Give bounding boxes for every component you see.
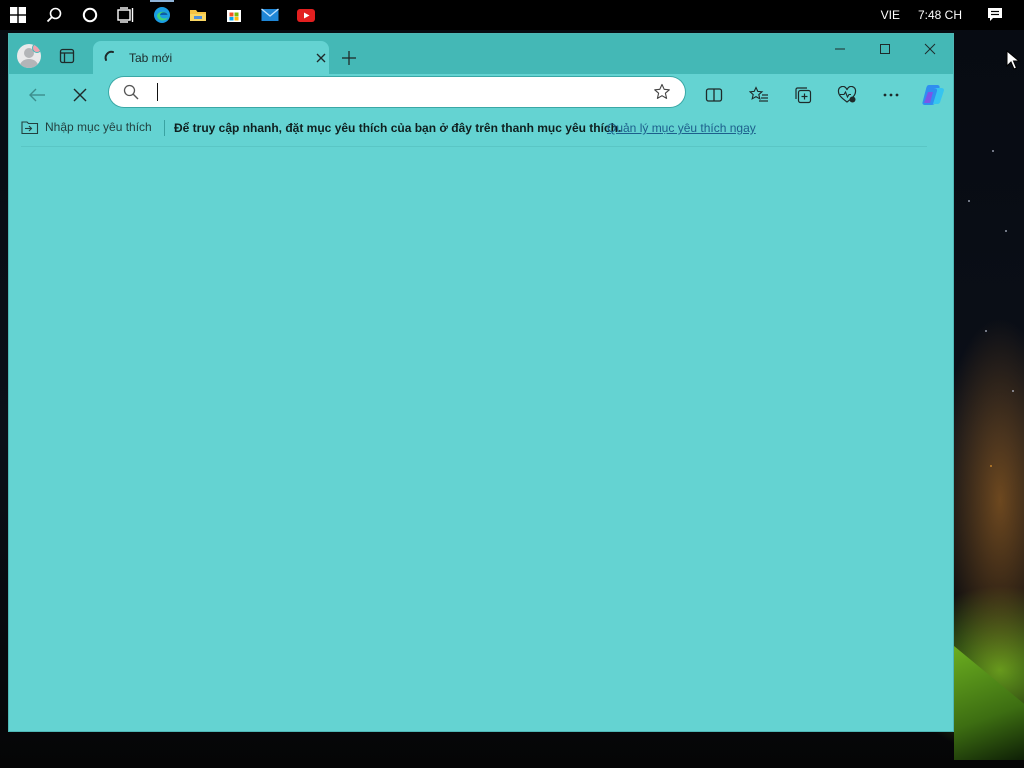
windows-start-button[interactable] xyxy=(0,0,36,30)
file-explorer-icon xyxy=(190,10,206,21)
collections-button[interactable] xyxy=(789,82,817,108)
taskbar: VIE 7:48 CH xyxy=(0,0,1024,30)
star xyxy=(1005,230,1007,232)
manage-favorites-link[interactable]: Quản lý mục yêu thích ngay xyxy=(607,121,756,135)
close-icon xyxy=(73,88,87,102)
import-favorites-button[interactable]: Nhập mục yêu thích xyxy=(21,119,152,135)
task-view-button[interactable] xyxy=(108,0,144,30)
clock[interactable]: 7:48 CH xyxy=(918,8,962,22)
stop-loading-button[interactable] xyxy=(66,82,94,108)
notification-center-button[interactable] xyxy=(980,0,1010,30)
settings-more-button[interactable] xyxy=(877,82,905,108)
task-view-icon xyxy=(117,7,134,23)
mouse-cursor-icon xyxy=(1006,50,1020,70)
new-tab-button[interactable] xyxy=(339,48,359,68)
store-icon xyxy=(227,10,241,22)
tab-close-button[interactable] xyxy=(313,50,329,66)
more-horizontal-icon xyxy=(883,93,899,97)
avatar-body xyxy=(20,59,38,68)
split-screen-icon xyxy=(705,88,723,102)
favorites-list-icon xyxy=(749,86,768,102)
search-icon xyxy=(123,84,139,100)
taskbar-search-button[interactable] xyxy=(36,0,72,30)
collections-icon xyxy=(795,87,812,104)
heart-pulse-icon xyxy=(837,86,857,103)
cortana-button[interactable] xyxy=(72,0,108,30)
minimize-button[interactable] xyxy=(817,34,863,64)
plus-icon xyxy=(342,51,356,65)
maximize-button[interactable] xyxy=(862,34,908,64)
tab-actions-menu-button[interactable] xyxy=(59,48,77,64)
window-close-button[interactable] xyxy=(907,34,953,64)
profile-badge xyxy=(32,44,41,53)
import-favorites-label: Nhập mục yêu thích xyxy=(45,120,152,134)
system-tray: VIE 7:48 CH xyxy=(881,0,1024,30)
star xyxy=(985,330,987,332)
wallpaper-hill xyxy=(954,646,1024,760)
edge-browser-window: Tab mới Nhập mục yêu thích Để truy cập n… xyxy=(8,33,954,732)
search-icon xyxy=(46,7,62,23)
loading-spinner-icon xyxy=(104,50,114,61)
favorites-button[interactable] xyxy=(745,82,773,108)
edge-icon xyxy=(154,7,170,23)
navigation-toolbar xyxy=(9,74,953,114)
add-favorite-star-icon[interactable] xyxy=(653,83,671,101)
folder-import-icon xyxy=(21,121,39,135)
mail-icon xyxy=(261,8,279,21)
star xyxy=(990,465,992,467)
taskbar-edge-button[interactable] xyxy=(144,0,180,30)
close-icon xyxy=(924,43,936,55)
star xyxy=(1012,390,1014,392)
star xyxy=(992,150,994,152)
minimize-icon xyxy=(835,48,845,50)
tab-new-tab[interactable]: Tab mới xyxy=(93,41,329,74)
taskbar-store-button[interactable] xyxy=(216,0,252,30)
page-content-area[interactable] xyxy=(9,147,953,731)
favorites-bar-separator xyxy=(164,120,165,136)
address-input[interactable] xyxy=(155,82,639,104)
title-bar: Tab mới xyxy=(9,34,953,74)
browser-essentials-button[interactable] xyxy=(833,82,861,108)
maximize-icon xyxy=(880,44,890,54)
taskbar-youtube-button[interactable] xyxy=(288,0,324,30)
taskbar-file-explorer-button[interactable] xyxy=(180,0,216,30)
copilot-button[interactable] xyxy=(919,82,947,108)
text-caret xyxy=(157,83,158,101)
favorites-bar: Nhập mục yêu thích Để truy cập nhanh, đặ… xyxy=(9,114,953,142)
tab-actions-icon xyxy=(59,48,75,64)
notification-icon xyxy=(988,8,1002,21)
cortana-icon xyxy=(82,7,98,23)
split-screen-button[interactable] xyxy=(700,82,728,108)
favorites-bar-hint: Để truy cập nhanh, đặt mục yêu thích của… xyxy=(174,121,622,135)
taskbar-mail-button[interactable] xyxy=(252,0,288,30)
windows-start-icon xyxy=(10,7,26,23)
star xyxy=(968,200,970,202)
language-indicator[interactable]: VIE xyxy=(881,8,900,22)
back-arrow-icon xyxy=(29,88,45,102)
back-button[interactable] xyxy=(23,82,51,108)
youtube-icon xyxy=(297,8,315,22)
profile-avatar[interactable] xyxy=(17,44,41,68)
tab-title: Tab mới xyxy=(129,51,173,65)
close-icon xyxy=(316,53,326,63)
copilot-icon xyxy=(922,85,944,105)
address-bar[interactable] xyxy=(109,77,685,107)
